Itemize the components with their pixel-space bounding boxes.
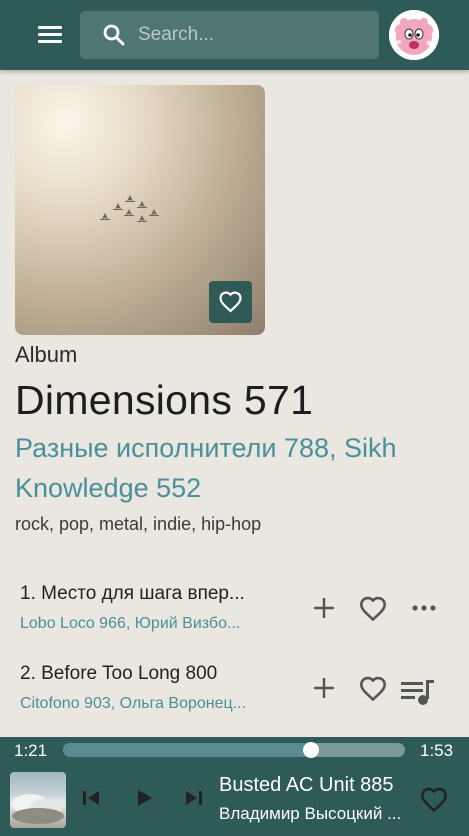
track-row[interactable]: 1. Место для шага впер... Lobo Loco 966,… [0,583,469,653]
now-playing-cover[interactable] [10,772,66,828]
skip-previous-icon[interactable] [80,787,102,809]
play-icon[interactable] [133,787,155,809]
heart-outline-icon[interactable] [420,786,448,814]
menu-icon[interactable] [36,22,64,48]
search-icon [103,24,125,46]
album-artists-link[interactable]: Разные исполнители 788, Sikh Knowledge 5… [15,428,455,508]
progress-slider[interactable] [63,742,405,758]
plus-icon[interactable] [311,675,337,701]
queue-music-icon[interactable] [399,675,437,707]
album-title: Dimensions 571 [15,377,314,423]
track-artists-link[interactable]: Citofono 903, Ольга Воронец... [20,695,246,713]
track-title[interactable]: 2. Before Too Long 800 [20,663,217,685]
heart-outline-icon[interactable] [359,675,387,703]
more-horizontal-icon[interactable] [409,595,439,621]
track-title[interactable]: 1. Место для шага впер... [20,583,245,605]
heart-outline-icon[interactable] [359,595,387,623]
album-type-label: Album [15,342,78,367]
search-input[interactable] [138,19,368,51]
progress-thumb[interactable] [302,742,319,758]
now-playing-bar: 1:21 1:53 Busted AC Unit 885 Владимир Вы… [0,737,469,836]
now-playing-title[interactable]: Busted AC Unit 885 [219,774,394,797]
search-box[interactable] [80,11,379,59]
current-time: 1:21 [14,741,48,760]
track-artists-link[interactable]: Lobo Loco 966, Юрий Визбо... [20,615,240,633]
app-header [0,0,469,70]
total-time: 1:53 [420,741,454,760]
track-row[interactable]: 2. Before Too Long 800 Citofono 903, Оль… [0,663,469,733]
album-genres: rock, pop, metal, indie, hip-hop [15,514,262,534]
album-favorite-button[interactable] [209,281,252,323]
progress-fill [63,743,311,757]
heart-outline-icon [219,291,242,313]
plus-icon[interactable] [311,595,337,621]
avatar[interactable] [389,10,439,60]
skip-next-icon[interactable] [183,787,205,809]
now-playing-artist[interactable]: Владимир Высоцкий ... [219,804,401,824]
